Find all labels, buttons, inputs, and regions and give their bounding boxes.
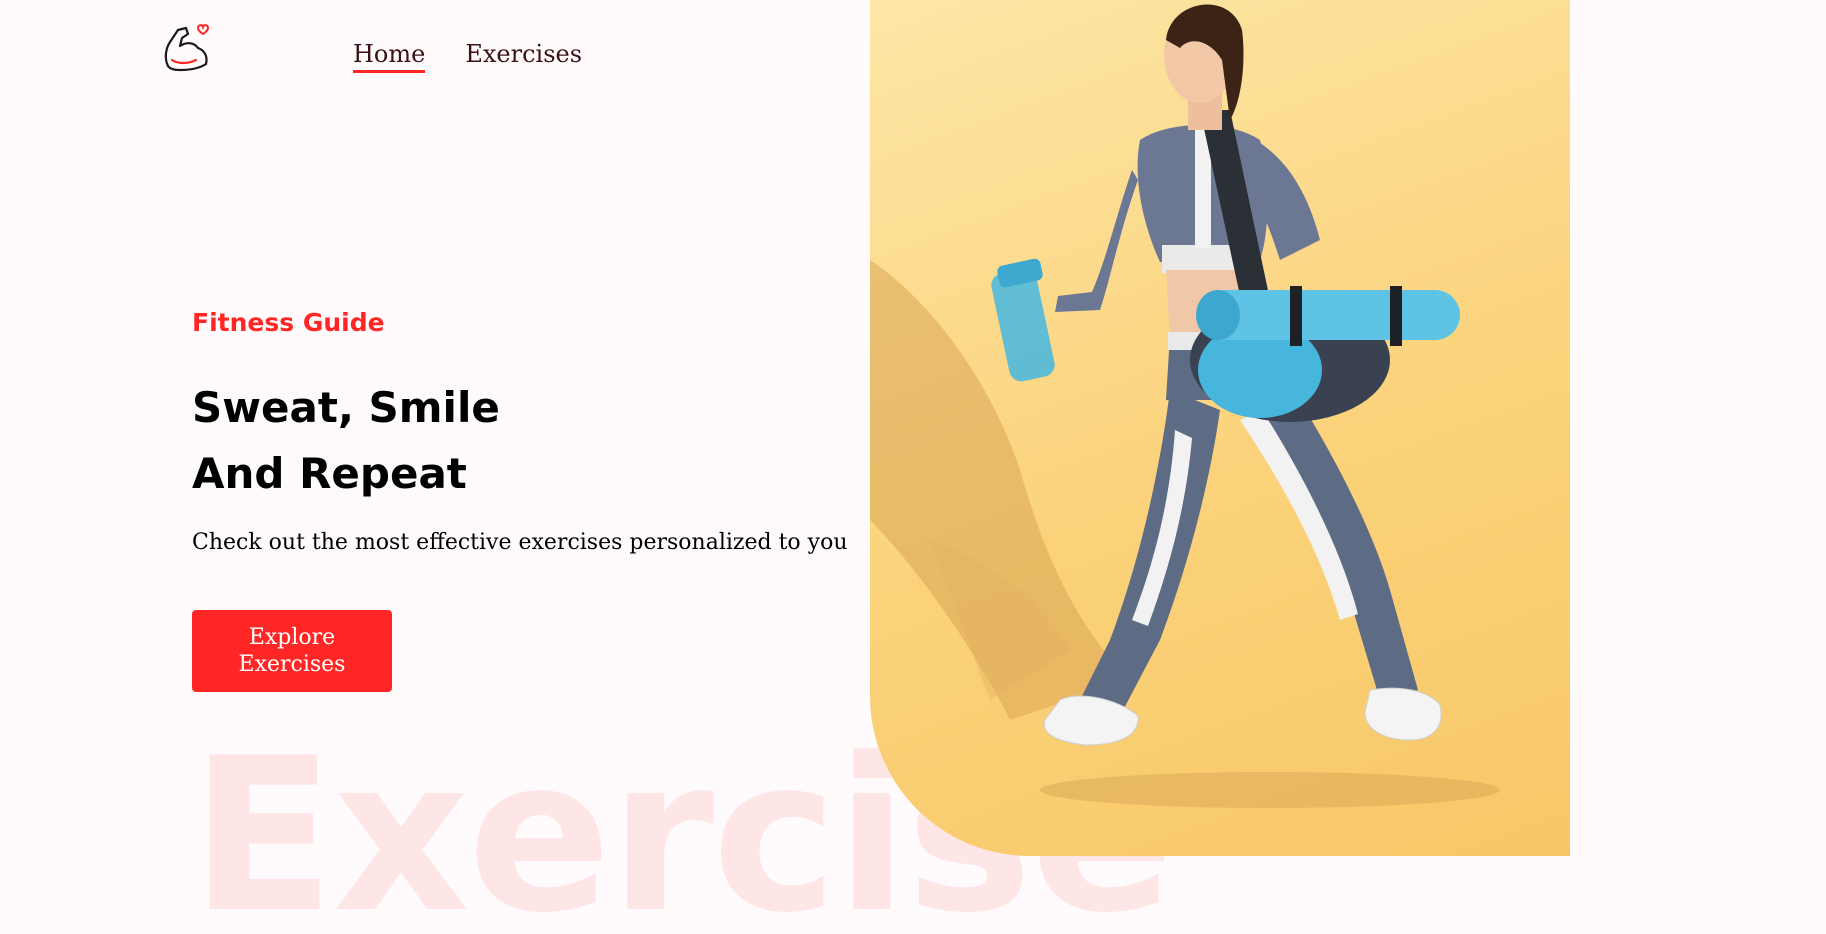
hero-banner-image: [870, 0, 1570, 856]
nav-link-exercises[interactable]: Exercises: [465, 40, 582, 69]
landing-page: Home Exercises Exercise Fitness Guide Sw…: [0, 0, 1826, 934]
hero-eyebrow: Fitness Guide: [192, 308, 385, 337]
hero-headline: Sweat, Smile And Repeat: [192, 375, 500, 507]
explore-exercises-button[interactable]: Explore Exercises: [192, 610, 392, 692]
flexed-arm-logo-icon[interactable]: [160, 20, 214, 72]
woman-walking-with-gym-bag-image: [870, 4, 1500, 808]
nav-link-home[interactable]: Home: [353, 40, 426, 73]
main-nav: Home Exercises: [353, 40, 582, 73]
hero-headline-line1: Sweat, Smile: [192, 383, 500, 432]
hero-subtext: Check out the most effective exercises p…: [192, 530, 848, 555]
hero-headline-line2: And Repeat: [192, 449, 467, 498]
